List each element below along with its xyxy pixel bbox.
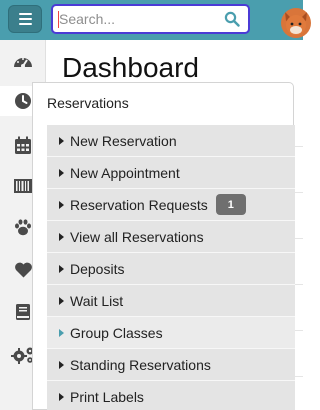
barcode-icon [14, 179, 32, 193]
clock-icon [15, 93, 31, 109]
hamburger-icon[interactable] [8, 5, 42, 33]
search-box[interactable] [51, 4, 250, 34]
menu-item-view-all-reservations[interactable]: View all Reservations [47, 221, 295, 253]
menu-item-new-appointment[interactable]: New Appointment [47, 157, 295, 189]
reservations-menu: New Reservation New Appointment Reservat… [47, 125, 295, 410]
caret-right-icon [59, 168, 64, 177]
menu-item-wait-list[interactable]: Wait List [47, 285, 295, 317]
menu-item-new-reservation[interactable]: New Reservation [47, 125, 295, 157]
menu-item-label: Wait List [70, 292, 124, 309]
calendar-icon [15, 136, 31, 154]
reservations-flyout: Reservations New Reservation New Appoint… [32, 82, 295, 410]
menu-item-deposits[interactable]: Deposits [47, 253, 295, 285]
menu-item-label: New Appointment [70, 164, 180, 181]
caret-right-icon [59, 200, 64, 209]
page-title: Dashboard [62, 52, 199, 83]
menu-item-reservation-requests[interactable]: Reservation Requests 1 [47, 189, 295, 221]
caret-right-icon [59, 328, 64, 337]
dashboard-icon [14, 58, 32, 68]
caret-right-icon [59, 232, 64, 241]
book-icon [16, 304, 30, 320]
menu-item-label: View all Reservations [70, 228, 204, 245]
menu-item-label: New Reservation [70, 132, 177, 149]
search-input[interactable] [59, 9, 219, 29]
menu-item-label: Standing Reservations [70, 356, 211, 373]
menu-item-print-labels[interactable]: Print Labels [47, 381, 295, 410]
flyout-title: Reservations [47, 95, 129, 111]
menu-item-label: Print Labels [70, 388, 144, 405]
count-badge: 1 [215, 194, 246, 215]
menu-item-label: Group Classes [70, 324, 163, 341]
heart-icon [14, 262, 32, 278]
menu-item-label: Deposits [70, 260, 125, 277]
avatar[interactable] [281, 8, 311, 38]
sidebar-item-dashboard[interactable] [0, 46, 46, 76]
paw-icon [15, 218, 31, 235]
menu-item-label: Reservation Requests [70, 196, 208, 213]
menu-item-group-classes[interactable]: Group Classes [47, 317, 295, 349]
caret-right-icon [59, 392, 64, 401]
search-icon[interactable] [224, 11, 240, 27]
caret-right-icon [59, 264, 64, 273]
menu-item-standing-reservations[interactable]: Standing Reservations [47, 349, 295, 381]
caret-right-icon [59, 296, 64, 305]
caret-right-icon [59, 136, 64, 145]
top-bar [0, 0, 311, 40]
caret-right-icon [59, 360, 64, 369]
